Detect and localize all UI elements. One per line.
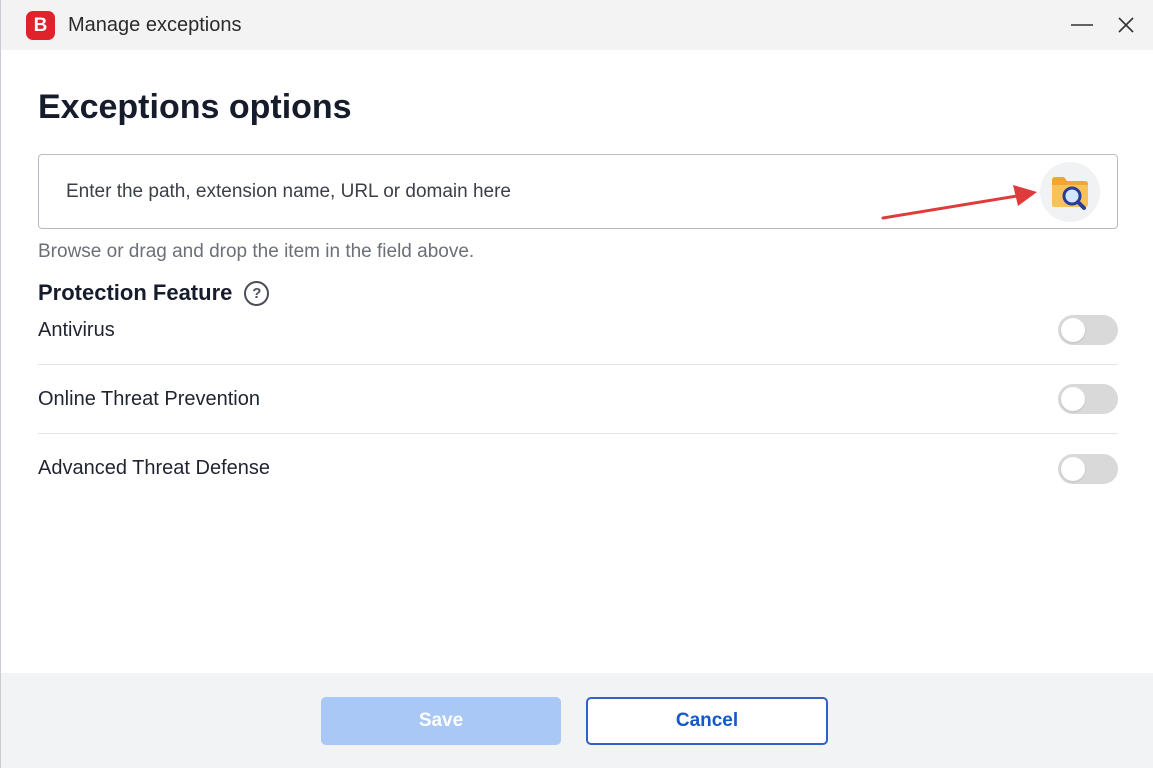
minimize-button[interactable] [1059,0,1105,50]
feature-row-advanced-threat-defense: Advanced Threat Defense [38,434,1118,503]
title-bar: B Manage exceptions [1,0,1153,50]
feature-row-online-threat-prevention: Online Threat Prevention [38,365,1118,434]
minimize-icon [1071,24,1093,26]
path-input[interactable] [39,155,1019,228]
toggle-knob [1061,387,1085,411]
page-title: Exceptions options [38,88,352,126]
toggle-knob [1061,456,1085,481]
manage-exceptions-window: B Manage exceptions Exceptions options E… [0,0,1153,768]
close-button[interactable] [1103,0,1149,50]
folder-search-icon [1052,177,1088,210]
toggle-knob [1061,318,1085,342]
feature-label-online-threat-prevention: Online Threat Prevention [38,387,260,410]
close-icon [1118,17,1134,33]
feature-label-advanced-threat-defense: Advanced Threat Defense [38,457,271,479]
toggle-online-threat-prevention[interactable] [1058,384,1118,414]
path-input-container [38,154,1118,229]
save-button[interactable]: Save [321,697,561,745]
feature-label-antivirus: Antivirus [38,318,115,341]
browse-button[interactable] [1040,162,1100,222]
dialog-footer: Save Cancel [1,673,1153,768]
browse-hint-text: Browse or drag and drop the item in the … [38,241,475,262]
feature-row-antivirus: Antivirus [38,296,1118,365]
toggle-advanced-threat-defense[interactable] [1058,453,1118,484]
cancel-button[interactable]: Cancel [586,697,828,745]
toggle-antivirus[interactable] [1058,315,1118,345]
window-title: Manage exceptions [68,14,242,36]
bitdefender-logo-icon: B [26,11,55,40]
